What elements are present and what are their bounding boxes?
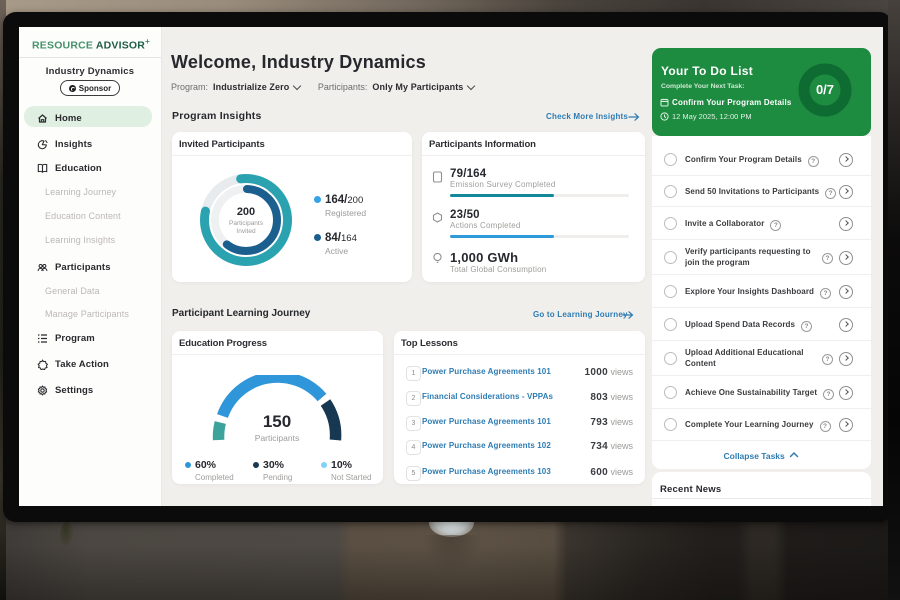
svg-text:Invited: Invited: [236, 228, 256, 235]
svg-text:200: 200: [237, 206, 255, 218]
svg-text:150: 150: [263, 412, 291, 431]
svg-text:Participants: Participants: [255, 433, 299, 443]
svg-text:Participants: Participants: [229, 220, 264, 227]
